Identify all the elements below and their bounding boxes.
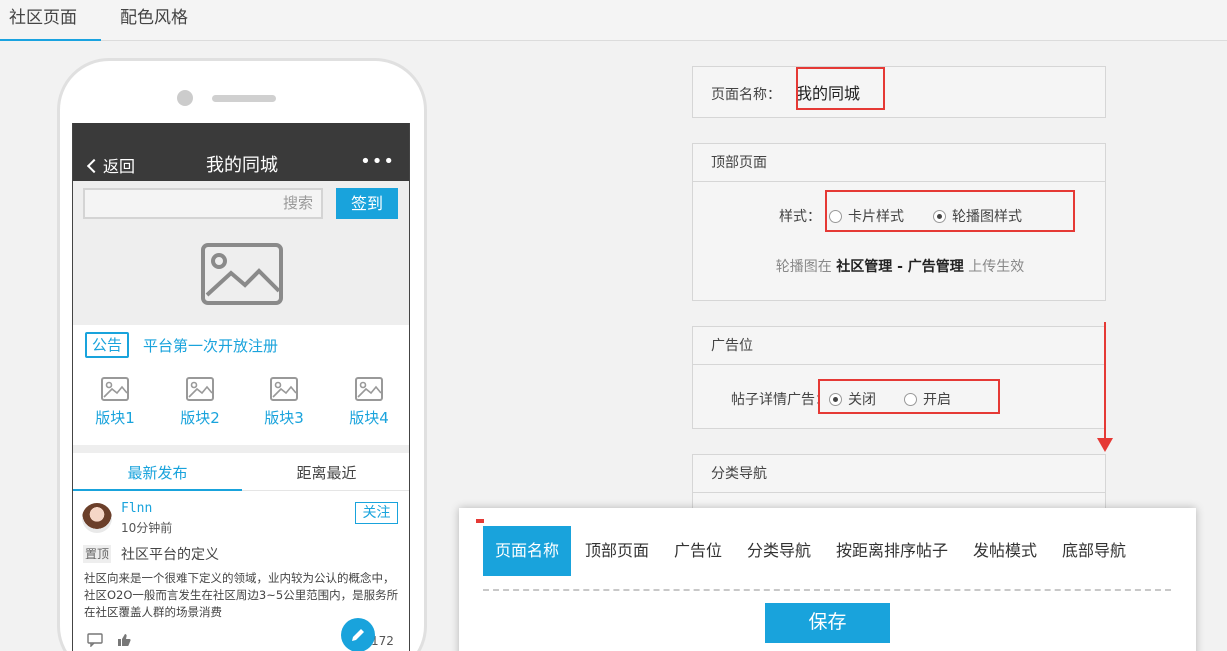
radio-carousel-style[interactable]: 轮播图样式 xyxy=(933,206,1022,226)
tab-community-page[interactable]: 社区页面 xyxy=(0,0,101,41)
radio-card-style[interactable]: 卡片样式 xyxy=(829,206,904,226)
style-label: 样式： xyxy=(779,209,821,225)
radio-icon xyxy=(829,210,842,223)
block-label: 版块2 xyxy=(180,409,220,427)
dashed-divider xyxy=(483,589,1171,591)
category-nav-panel: 分类导航 xyxy=(692,454,1106,514)
panel-title: 广告位 xyxy=(693,327,1105,365)
search-input[interactable]: 搜索 xyxy=(83,188,323,219)
nav-tab-top-page[interactable]: 顶部页面 xyxy=(585,526,649,576)
block-label: 版块4 xyxy=(349,409,389,427)
nav-tab-post-mode[interactable]: 发帖模式 xyxy=(973,526,1037,576)
page-name-label: 页面名称： xyxy=(711,87,781,103)
nav-tab-bottom-nav[interactable]: 底部导航 xyxy=(1062,526,1126,576)
block-label: 版块1 xyxy=(95,409,135,427)
notice-text: 平台第一次开放注册 xyxy=(143,337,279,355)
radio-label: 轮播图样式 xyxy=(952,209,1022,225)
nav-tab-ad-slot[interactable]: 广告位 xyxy=(674,526,722,576)
notice-tag: 公告 xyxy=(85,332,129,358)
nav-tab-page-name[interactable]: 页面名称 xyxy=(483,526,572,576)
image-icon xyxy=(186,377,214,401)
block-grid: 版块1 版块2 版块3 版块4 xyxy=(73,373,409,443)
save-button[interactable]: 保存 xyxy=(765,603,890,643)
post-time: 10分钟前 xyxy=(121,521,173,535)
pencil-icon xyxy=(352,629,364,641)
radio-label: 卡片样式 xyxy=(848,209,904,225)
hint-link: 社区管理 - 广告管理 xyxy=(836,259,964,275)
camera-dot xyxy=(177,90,193,106)
pinned-badge: 置顶 xyxy=(83,545,111,563)
nav-tab-distance-sort[interactable]: 按距离排序帖子 xyxy=(836,526,948,576)
feed-tabs: 最新发布 距离最近 xyxy=(73,453,409,491)
avatar[interactable] xyxy=(82,503,112,533)
panel-title: 分类导航 xyxy=(693,455,1105,493)
panel-title: 顶部页面 xyxy=(693,144,1105,182)
like-icon[interactable] xyxy=(117,633,131,647)
nav-tab-category-nav[interactable]: 分类导航 xyxy=(747,526,811,576)
post-body: 社区向来是一个很难下定义的领域，业内较为公认的概念中，社区O2O一般而言发生在社… xyxy=(84,571,399,619)
block-item[interactable]: 版块3 xyxy=(254,373,314,428)
image-icon xyxy=(270,377,298,401)
carousel-hint: 轮播图在 社区管理 - 广告管理 上传生效 xyxy=(693,256,1107,276)
red-marker xyxy=(476,519,484,523)
ad-detail-label: 帖子详情广告： xyxy=(731,392,829,408)
block-item[interactable]: 版块1 xyxy=(85,373,145,428)
hint-suffix: 上传生效 xyxy=(968,259,1025,275)
image-icon xyxy=(355,377,383,401)
block-item[interactable]: 版块4 xyxy=(339,373,399,428)
phone-screen: 返回 我的同城 ••• 搜索 签到 公告 平台第一次开放注册 版块1 版块2 版… xyxy=(72,123,410,651)
post-username[interactable]: Flnn xyxy=(121,501,152,516)
hint-prefix: 轮播图在 xyxy=(775,259,832,275)
more-icon[interactable]: ••• xyxy=(360,151,395,172)
banner-area: 搜索 签到 xyxy=(73,181,409,325)
comment-icon[interactable] xyxy=(87,633,103,647)
app-header: 返回 我的同城 ••• xyxy=(73,123,409,181)
image-icon xyxy=(101,377,129,401)
radio-icon xyxy=(904,393,917,406)
tab-latest[interactable]: 最新发布 xyxy=(73,462,242,483)
sign-in-button[interactable]: 签到 xyxy=(336,188,398,219)
ad-slot-panel: 广告位 帖子详情广告： 关闭 开启 xyxy=(692,326,1106,429)
section-nav-panel: 页面名称 顶部页面 广告位 分类导航 按距离排序帖子 发帖模式 底部导航 保存 xyxy=(459,508,1196,651)
radio-label: 开启 xyxy=(923,392,951,408)
top-tab-bar: 社区页面 配色风格 xyxy=(0,0,1227,41)
radio-label: 关闭 xyxy=(848,392,876,408)
notice-bar[interactable]: 公告 平台第一次开放注册 xyxy=(73,325,409,365)
radio-ad-off[interactable]: 关闭 xyxy=(829,389,876,409)
page-name-panel: 页面名称： 我的同城 xyxy=(692,66,1106,118)
arrow-down-icon xyxy=(1097,438,1113,452)
section-divider xyxy=(73,445,409,453)
post-title: 社区平台的定义 xyxy=(121,547,219,563)
top-page-panel: 顶部页面 样式： 卡片样式 轮播图样式 轮播图在 社区管理 - 广告管理 上传生… xyxy=(692,143,1106,301)
follow-button[interactable]: 关注 xyxy=(355,502,398,524)
active-tab-indicator xyxy=(73,489,242,491)
speaker-slot xyxy=(212,95,276,102)
arrow-line xyxy=(1104,322,1106,440)
radio-selected-icon xyxy=(829,393,842,406)
radio-ad-on[interactable]: 开启 xyxy=(904,389,951,409)
edit-fab[interactable] xyxy=(341,618,375,651)
image-placeholder-icon xyxy=(201,243,283,305)
page-name-field[interactable]: 我的同城 xyxy=(796,80,876,104)
block-label: 版块3 xyxy=(264,409,304,427)
radio-selected-icon xyxy=(933,210,946,223)
tab-nearest[interactable]: 距离最近 xyxy=(242,462,409,483)
tab-color-style[interactable]: 配色风格 xyxy=(120,0,188,41)
block-item[interactable]: 版块2 xyxy=(170,373,230,428)
